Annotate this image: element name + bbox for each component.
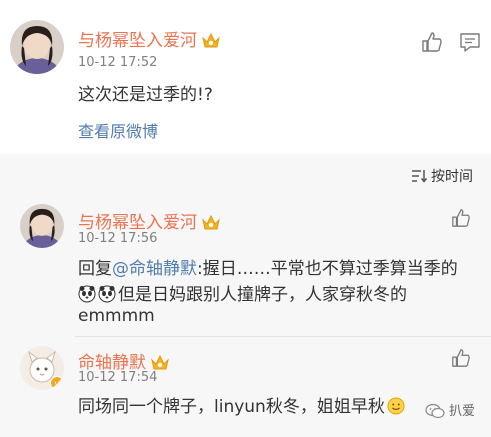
avatar[interactable]	[10, 20, 64, 74]
comment-username[interactable]: 与杨幂坠入爱河	[78, 208, 221, 233]
crown-badge-icon	[202, 214, 220, 230]
weibo-post-page: 与杨幂坠入爱河 10-12 17:52 这次还是过季的!? 查看原微博 按时间	[0, 0, 491, 437]
svg-text:v: v	[54, 380, 60, 390]
panda-emoji-icon	[98, 285, 116, 303]
comment-time: 10-12 17:54	[78, 370, 158, 385]
reply-prefix: 回复	[78, 259, 112, 279]
panda-emoji-icon	[78, 285, 96, 303]
mention-link[interactable]: @命轴静默	[112, 259, 197, 279]
comment-content-line3: emmmm	[78, 306, 155, 326]
sort-label: 按时间	[431, 169, 473, 185]
avatar[interactable]: v	[20, 346, 64, 390]
comment-text: 但是日妈跟别人撞牌子，人家穿秋冬的	[118, 285, 407, 305]
thumb-up-icon[interactable]	[451, 348, 471, 368]
sort-icon	[412, 170, 428, 183]
watermark-text: 扒爱	[448, 404, 475, 419]
verified-badge-icon: v	[50, 376, 64, 390]
comment-icon[interactable]	[459, 31, 481, 53]
comment-time: 10-12 17:56	[78, 231, 158, 246]
username-text[interactable]: 与杨幂坠入爱河	[78, 213, 197, 233]
reply-text: :握日……平常也不算过季算当季的	[197, 259, 458, 279]
post-content: 这次还是过季的!?	[78, 85, 213, 105]
comments-section: 按时间 与杨幂坠入爱河 10-12 17:56 回复@命轴静默:握日……平常也不…	[0, 154, 491, 437]
comment-content-line1: 回复@命轴静默:握日……平常也不算过季算当季的	[78, 254, 458, 279]
crown-badge-icon	[151, 354, 169, 370]
watermark: 扒爱	[425, 400, 475, 419]
crown-badge-icon	[202, 32, 220, 48]
smile-emoji-icon	[387, 397, 405, 415]
wechat-logo-icon	[425, 403, 445, 419]
sort-by-time-button[interactable]: 按时间	[411, 166, 473, 186]
avatar[interactable]	[20, 204, 64, 248]
post-username[interactable]: 与杨幂坠入爱河	[78, 26, 221, 51]
comment-content: 同场同一个牌子，linyun秋冬，姐姐早秋	[78, 392, 407, 417]
comment-content-line2: 但是日妈跟别人撞牌子，人家穿秋冬的	[78, 280, 407, 305]
thumb-up-icon[interactable]	[451, 208, 471, 228]
post-time: 10-12 17:52	[78, 55, 158, 70]
username-text[interactable]: 与杨幂坠入爱河	[78, 31, 197, 51]
original-post: 与杨幂坠入爱河 10-12 17:52 这次还是过季的!? 查看原微博	[0, 0, 491, 154]
view-original-link[interactable]: 查看原微博	[78, 118, 158, 142]
thumb-up-icon[interactable]	[421, 31, 443, 53]
divider	[75, 336, 491, 337]
comment-text: 同场同一个牌子，linyun秋冬，姐姐早秋	[78, 397, 385, 417]
